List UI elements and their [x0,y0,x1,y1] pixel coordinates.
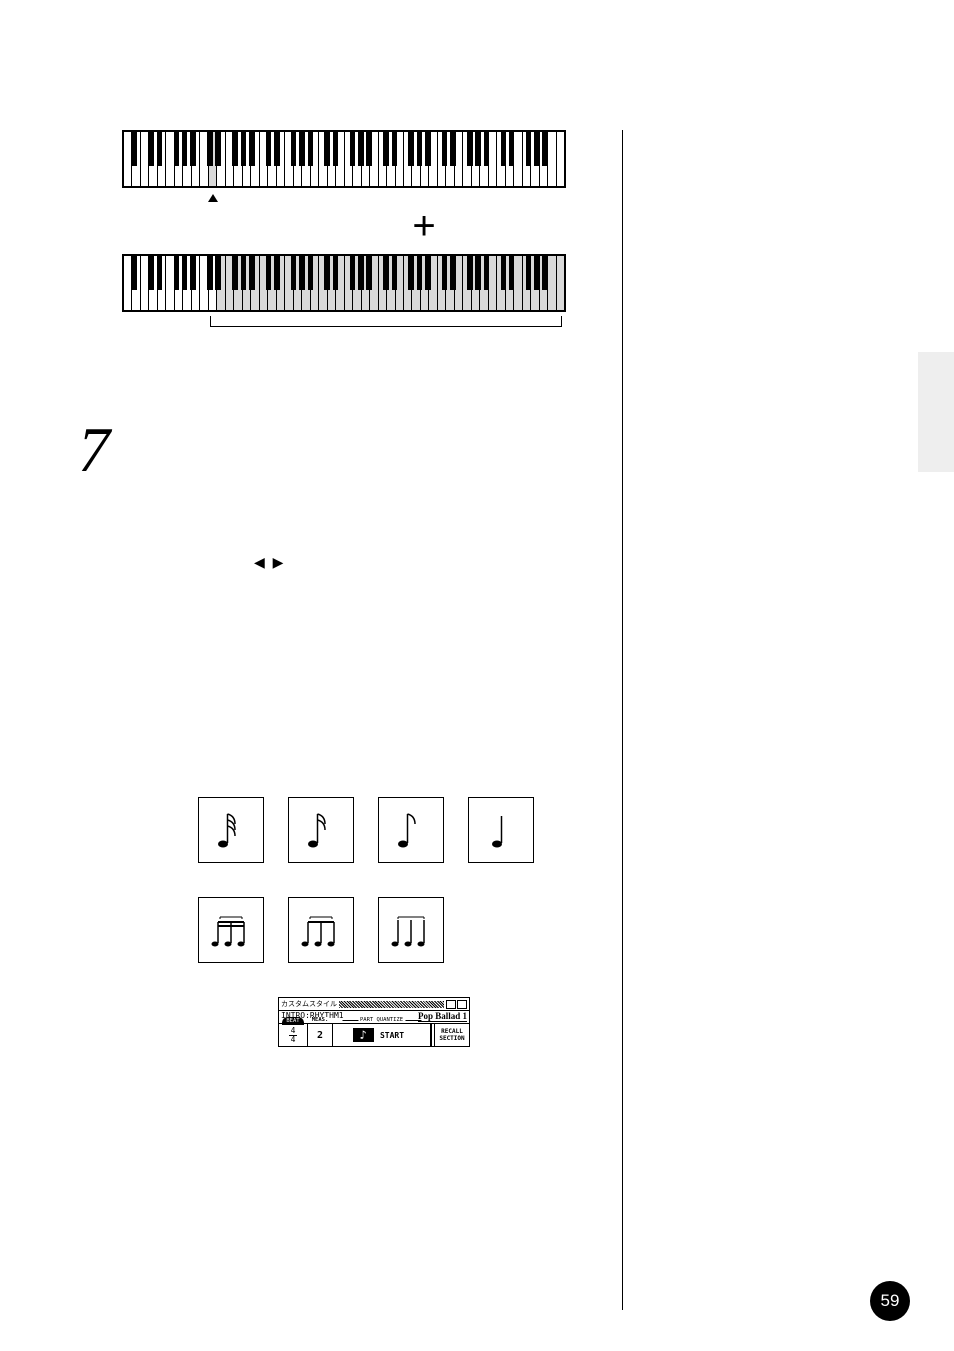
lcd-quantize-group: PART QUANTIZE ♪ START [333,1024,431,1046]
quantize-8th-triplet [288,897,354,963]
lcd-display: カスタムスタイル INTRO:RHYTHM1 Pop Ballad 1 BEAT… [278,997,470,1047]
quantize-grid [198,797,618,963]
side-tab [918,352,954,472]
quantize-16th [288,797,354,863]
lcd-start-button: START [374,1031,410,1040]
lcd-meas-label: MEAS. [311,1017,330,1023]
lcd-mode-title: カスタムスタイル [281,999,337,1009]
plus-icon: + [282,202,566,250]
lcd-meas: MEAS. 2 [308,1024,333,1046]
lcd-beat: BEAT 4 4 [279,1024,308,1046]
quantize-row [198,797,618,863]
quantize-8th [378,797,444,863]
step-block: 7 ◀ ▶ [78,447,618,577]
step-number: 7 [78,413,110,487]
lcd-quantize-label: PART QUANTIZE [360,1017,403,1023]
lcd-recall-section: RECALL SECTION [431,1024,469,1046]
lcd-meas-value: 2 [317,1030,323,1041]
keyboard-lower [122,254,566,312]
keyboard-diagram-block: + [122,130,566,327]
lcd-icon [457,1000,467,1009]
quantize-16th-triplet [198,897,264,963]
keyboard-upper [122,130,566,188]
lcd-title-icons [446,1000,467,1009]
range-bracket [210,316,562,327]
arrow-up-icon [208,194,218,202]
lcd-beat-label: BEAT [282,1017,303,1025]
lcd-icon [446,1000,456,1009]
lcd-titlebar: カスタムスタイル [279,998,469,1011]
quantize-32nd [198,797,264,863]
lcd-beat-den: 4 [291,1036,296,1044]
nav-arrows-icon: ◀ ▶ [254,554,285,571]
quantize-quarter-triplet [378,897,444,963]
lcd-hatch [339,1001,444,1008]
vertical-divider [622,130,623,1310]
quantize-quarter [468,797,534,863]
lcd-style-name: Pop Ballad 1 [418,1011,467,1022]
page-number-badge: 59 [870,1281,910,1321]
lcd-recall-line1: RECALL [441,1028,463,1035]
quantize-row [198,897,618,963]
lcd-quantize-value: ♪ [353,1028,374,1042]
key-pointer [208,194,566,202]
lcd-recall-line2: SECTION [439,1035,464,1042]
